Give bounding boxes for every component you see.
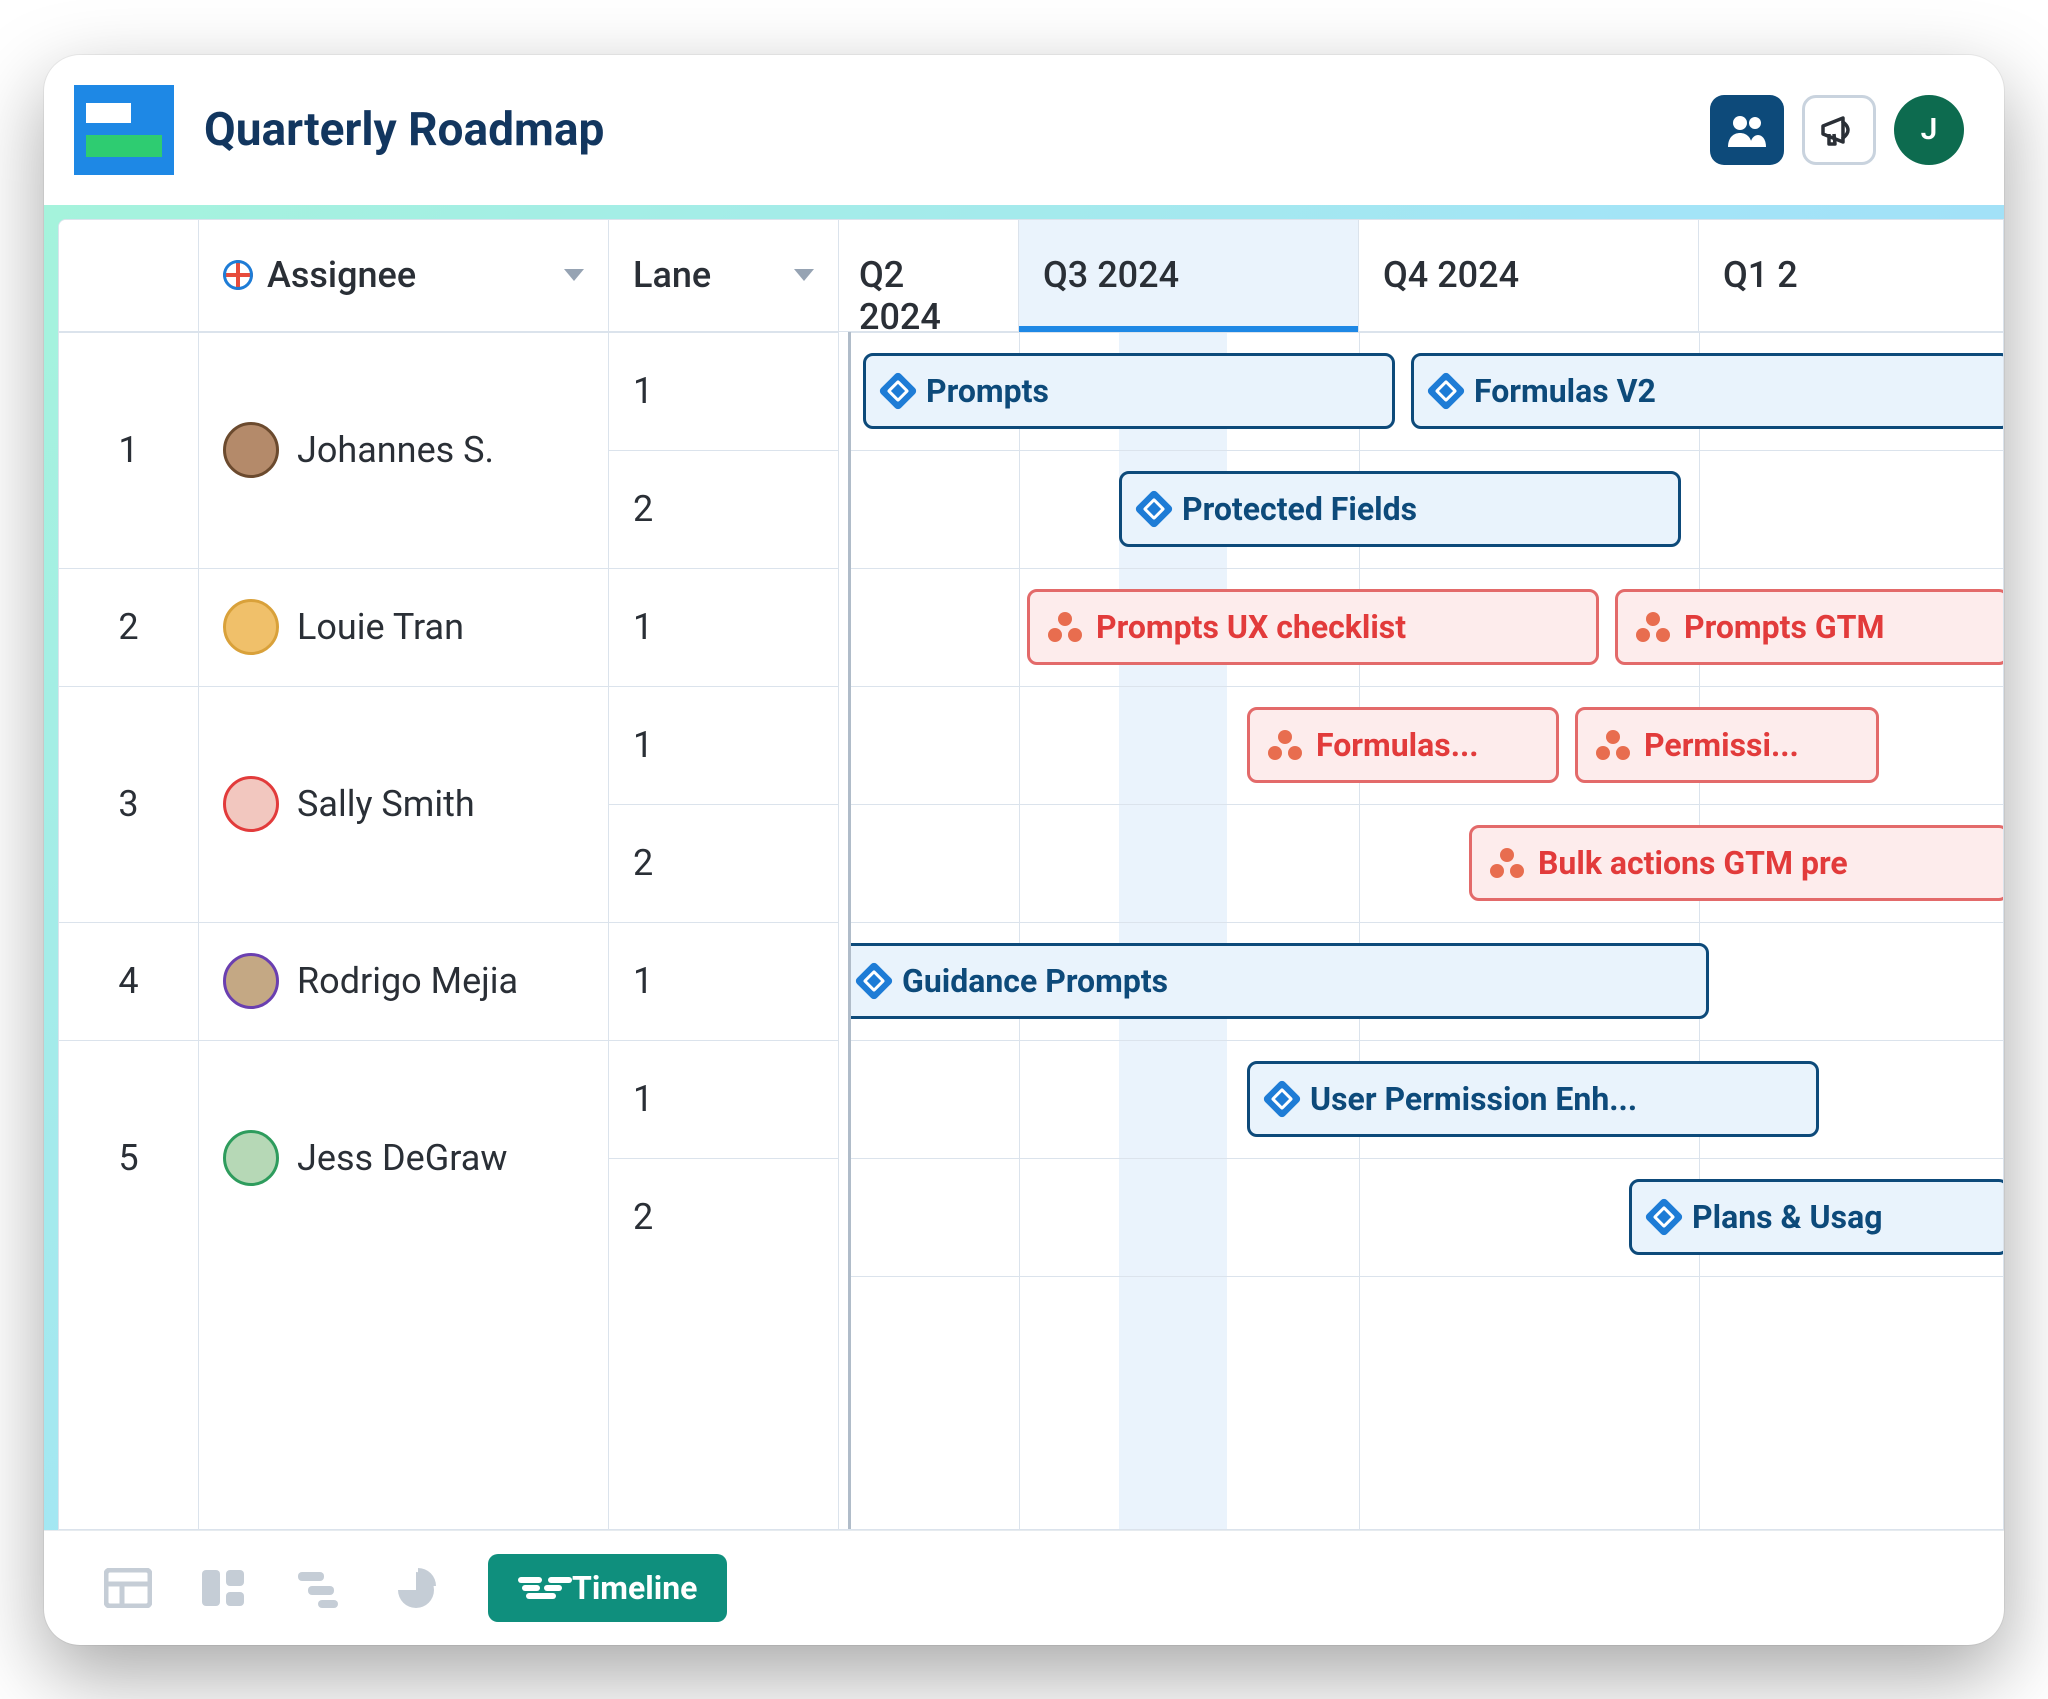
- chevron-down-icon: [564, 269, 584, 281]
- quarter-header[interactable]: Q1 2: [1699, 220, 2004, 331]
- assignee-column: Assignee Johannes S. Louie Tran Sally Smit…: [199, 220, 609, 1529]
- row-number: 1: [59, 332, 198, 568]
- quarter-header[interactable]: Q2 2024: [839, 220, 1019, 331]
- announce-button[interactable]: [1802, 95, 1876, 165]
- main-area: Q2 2024Q3 2024Q4 2024Q1 2 Prompts Formula…: [44, 205, 2004, 1530]
- row-number: 5: [59, 1040, 198, 1276]
- diamond-icon: [1644, 1197, 1684, 1237]
- row-number: 3: [59, 686, 198, 922]
- quarter-header[interactable]: Q4 2024: [1359, 220, 1699, 331]
- topbar-actions: J: [1710, 95, 1964, 165]
- topbar: Quarterly Roadmap J: [44, 55, 2004, 205]
- timeline-bar[interactable]: Formulas...: [1247, 707, 1559, 783]
- assignee-cell[interactable]: Johannes S.: [199, 332, 608, 568]
- megaphone-icon: [1819, 112, 1859, 148]
- row-number: 4: [59, 922, 198, 1040]
- logo-icon: [74, 85, 174, 175]
- bar-label: Prompts GTM: [1684, 608, 1885, 646]
- bar-label: Bulk actions GTM pre: [1538, 844, 1848, 882]
- user-avatar[interactable]: J: [1894, 95, 1964, 165]
- globe-icon: [223, 260, 253, 290]
- assignee-header[interactable]: Assignee: [199, 220, 608, 332]
- person-avatar: [223, 599, 279, 655]
- cluster-icon: [1268, 730, 1302, 760]
- row-number-header: [59, 220, 198, 332]
- bar-label: Formulas...: [1316, 726, 1479, 764]
- page-title: Quarterly Roadmap: [204, 103, 1680, 157]
- lane-cell[interactable]: 1: [609, 686, 838, 804]
- people-icon: [1726, 113, 1768, 147]
- diamond-icon: [1426, 371, 1466, 411]
- timeline-bar[interactable]: Prompts: [863, 353, 1395, 429]
- bar-label: User Permission Enh...: [1310, 1080, 1637, 1118]
- row-number-column: 12345: [59, 220, 199, 1529]
- assignee-name: Sally Smith: [297, 783, 475, 825]
- share-button[interactable]: [1710, 95, 1784, 165]
- cluster-icon: [1048, 612, 1082, 642]
- assignee-cell[interactable]: Rodrigo Mejia: [199, 922, 608, 1040]
- diamond-icon: [1134, 489, 1174, 529]
- timeline-bar[interactable]: Bulk actions GTM pre: [1469, 825, 2004, 901]
- lane-header[interactable]: Lane: [609, 220, 838, 332]
- assignee-name: Johannes S.: [297, 429, 494, 471]
- diamond-icon: [1262, 1079, 1302, 1119]
- view-switcher: Timeline: [44, 1530, 2004, 1645]
- lane-cell[interactable]: 1: [609, 922, 838, 1040]
- assignee-name: Jess DeGraw: [297, 1137, 507, 1179]
- timeline-body[interactable]: Prompts Formulas V2 Protected Fields Prompt…: [839, 332, 2003, 1529]
- lane-cell[interactable]: 2: [609, 450, 838, 568]
- bar-label: Formulas V2: [1474, 372, 1656, 410]
- timeline-bar[interactable]: Guidance Prompts: [839, 943, 1709, 1019]
- timeline-bar[interactable]: Plans & Usag: [1629, 1179, 2004, 1255]
- person-avatar: [223, 776, 279, 832]
- app-window: Quarterly Roadmap J: [44, 55, 2004, 1645]
- timeline-view-label: Timeline: [572, 1569, 697, 1607]
- assignee-cell[interactable]: Sally Smith: [199, 686, 608, 922]
- timeline-grid: Q2 2024Q3 2024Q4 2024Q1 2 Prompts Formula…: [58, 219, 2004, 1530]
- lane-cell[interactable]: 2: [609, 804, 838, 922]
- assignee-name: Louie Tran: [297, 606, 464, 648]
- row-number: 2: [59, 568, 198, 686]
- chart-view-icon[interactable]: [392, 1568, 440, 1608]
- timeline-bar[interactable]: Formulas V2: [1411, 353, 2004, 429]
- cluster-icon: [1636, 612, 1670, 642]
- timeline-bar[interactable]: Protected Fields: [1119, 471, 1681, 547]
- timeline-icon: [518, 1575, 556, 1601]
- quarter-header[interactable]: Q3 2024: [1019, 220, 1359, 331]
- lane-cell[interactable]: 2: [609, 1158, 838, 1276]
- chevron-down-icon: [794, 269, 814, 281]
- bar-label: Protected Fields: [1182, 490, 1417, 528]
- assignee-cell[interactable]: Louie Tran: [199, 568, 608, 686]
- assignee-header-label: Assignee: [267, 254, 416, 296]
- timeline-view-button[interactable]: Timeline: [488, 1554, 727, 1622]
- lane-cell[interactable]: 1: [609, 1040, 838, 1158]
- timeline-header: Q2 2024Q3 2024Q4 2024Q1 2: [839, 220, 2003, 332]
- timeline-bar[interactable]: Prompts UX checklist: [1027, 589, 1599, 665]
- lane-cell[interactable]: 1: [609, 568, 838, 686]
- timeline-bar[interactable]: Permissi...: [1575, 707, 1879, 783]
- lane-cell[interactable]: 1: [609, 332, 838, 450]
- bar-label: Guidance Prompts: [902, 962, 1168, 1000]
- timeline-column: Q2 2024Q3 2024Q4 2024Q1 2 Prompts Formula…: [839, 220, 2003, 1529]
- bar-label: Plans & Usag: [1692, 1198, 1882, 1236]
- diamond-icon: [878, 371, 918, 411]
- bar-label: Prompts: [926, 372, 1049, 410]
- cluster-icon: [1596, 730, 1630, 760]
- person-avatar: [223, 953, 279, 1009]
- bar-label: Prompts UX checklist: [1096, 608, 1406, 646]
- bar-label: Permissi...: [1644, 726, 1799, 764]
- lane-column: Lane 12112112: [609, 220, 839, 1529]
- table-view-icon[interactable]: [104, 1568, 152, 1608]
- timeline-bar[interactable]: User Permission Enh...: [1247, 1061, 1819, 1137]
- timeline-bar[interactable]: Prompts GTM: [1615, 589, 2004, 665]
- lane-header-label: Lane: [633, 254, 711, 296]
- gantt-view-icon[interactable]: [296, 1568, 344, 1608]
- assignee-cell[interactable]: Jess DeGraw: [199, 1040, 608, 1276]
- person-avatar: [223, 1130, 279, 1186]
- assignee-name: Rodrigo Mejia: [297, 960, 518, 1002]
- diamond-icon: [854, 961, 894, 1001]
- cluster-icon: [1490, 848, 1524, 878]
- person-avatar: [223, 422, 279, 478]
- board-view-icon[interactable]: [200, 1568, 248, 1608]
